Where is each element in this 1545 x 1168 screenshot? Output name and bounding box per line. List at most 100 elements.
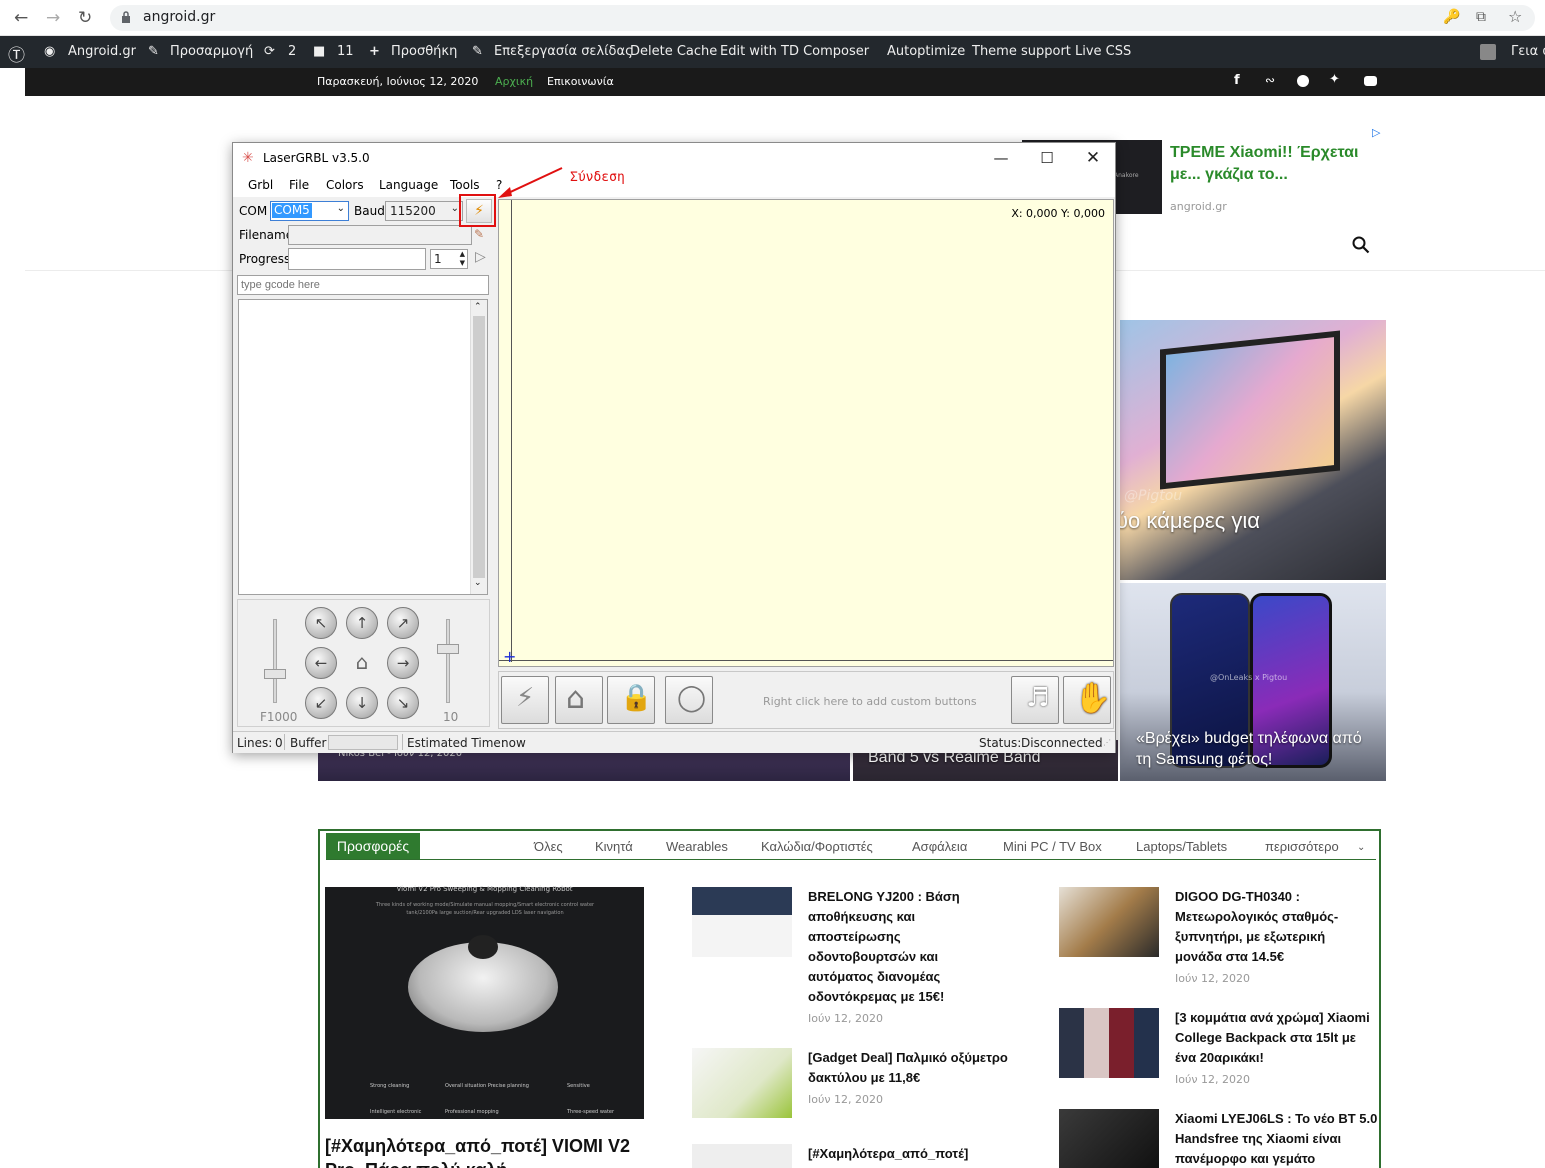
scroll-down-icon[interactable]: ⌄ bbox=[474, 578, 482, 588]
nav-contact-link[interactable]: Επικοινωνία bbox=[547, 75, 614, 88]
jog-e-button[interactable]: → bbox=[387, 647, 419, 679]
wp-comments-count[interactable]: 11 bbox=[337, 44, 354, 59]
telegram-icon[interactable] bbox=[1297, 75, 1309, 87]
featured-image[interactable]: Viomi V2 Pro Sweeping & Mopping Cleaning… bbox=[325, 885, 644, 1119]
wp-live-css-link[interactable]: Live CSS bbox=[1075, 44, 1131, 59]
scroll-thumb[interactable] bbox=[473, 316, 485, 578]
article-thumb[interactable] bbox=[1059, 887, 1159, 957]
filter-laptops[interactable]: Laptops/Tablets bbox=[1136, 839, 1227, 854]
jog-se-button[interactable]: ↘ bbox=[387, 687, 419, 719]
article-title[interactable]: [3 κομμάτια ανά χρώμα] Xiaomi College Ba… bbox=[1175, 1008, 1375, 1068]
share-icon[interactable]: ⧉ bbox=[1476, 9, 1486, 25]
menu-colors[interactable]: Colors bbox=[326, 178, 364, 192]
pass-count-stepper[interactable]: 1 ▲ ▼ bbox=[430, 249, 468, 269]
article-title[interactable]: [#Χαμηλότερα_από_ποτέ] bbox=[808, 1144, 1008, 1164]
center-globe-button[interactable]: ◯ bbox=[665, 676, 713, 724]
article-thumb[interactable] bbox=[692, 1048, 792, 1118]
filter-security[interactable]: Ασφάλεια bbox=[912, 839, 967, 854]
article-thumb[interactable] bbox=[692, 1144, 792, 1168]
article-title[interactable]: BRELONG YJ200 : Βάση αποθήκευσης και απο… bbox=[808, 887, 983, 1007]
twitter-icon[interactable]: ✦ bbox=[1329, 72, 1340, 87]
nav-home-link[interactable]: Αρχική bbox=[495, 75, 533, 88]
step-slider-track[interactable] bbox=[446, 619, 450, 703]
filename-field[interactable] bbox=[288, 225, 472, 245]
adchoices-icon[interactable]: ▷ bbox=[1372, 126, 1380, 139]
hero-phone-article[interactable]: @OnLeaks x Pigtou «Βρέχει» budget τηλέφω… bbox=[1120, 583, 1386, 781]
filter-more[interactable]: περισσότερο bbox=[1265, 839, 1339, 854]
preview-canvas[interactable]: + X: 0,000 Y: 0,000 bbox=[498, 199, 1114, 667]
search-icon[interactable] bbox=[1352, 236, 1370, 254]
step-slider-thumb[interactable] bbox=[437, 644, 459, 654]
filter-minipc[interactable]: Mini PC / TV Box bbox=[1003, 839, 1102, 854]
wp-customize-link[interactable]: Προσαρμογή bbox=[170, 44, 253, 59]
forward-icon[interactable]: → bbox=[46, 8, 60, 28]
featured-title[interactable]: [#Χαμηλότερα_από_ποτέ] VIOMI V2 Pro, Πάρ… bbox=[325, 1134, 644, 1168]
key-icon[interactable]: 🔑 bbox=[1443, 9, 1460, 25]
wp-site-link[interactable]: Angroid.gr bbox=[68, 44, 136, 59]
wp-edit-page-link[interactable]: Επεξεργασία σελίδας bbox=[494, 44, 633, 59]
window-titlebar[interactable]: ✳ LaserGRBL v3.5.0 — ☐ ✕ bbox=[233, 143, 1115, 173]
speed-slider-thumb[interactable] bbox=[264, 669, 286, 679]
star-icon[interactable]: ☆ bbox=[1508, 7, 1522, 26]
hero-tablet-caption[interactable]: ύο κάμερες για bbox=[1120, 508, 1260, 534]
console-scrollbar[interactable]: ⌃ ⌄ bbox=[470, 300, 487, 594]
unlock-button[interactable]: 🔒 bbox=[607, 676, 655, 724]
stop-hand-button[interactable]: ✋ bbox=[1063, 676, 1111, 724]
baud-select[interactable]: 115200 ⌄ bbox=[385, 201, 463, 221]
reset-button[interactable]: ⚡ bbox=[501, 676, 549, 724]
article-thumb[interactable] bbox=[1059, 1008, 1159, 1078]
wp-theme-support-link[interactable]: Theme support bbox=[972, 44, 1071, 59]
wp-delete-cache-link[interactable]: Delete Cache bbox=[630, 44, 717, 59]
resize-grip-icon[interactable]: ⋰ bbox=[1103, 738, 1111, 747]
filter-cables[interactable]: Καλώδια/Φορτιστές bbox=[761, 839, 873, 854]
article-title[interactable]: DIGOO DG-TH0340 : Μετεωρολογικός σταθμός… bbox=[1175, 887, 1375, 967]
filter-all[interactable]: Όλες bbox=[534, 839, 563, 854]
reload-icon[interactable]: ↻ bbox=[78, 8, 92, 28]
chevron-down-icon[interactable]: ⌄ bbox=[1357, 842, 1365, 853]
rss-icon[interactable]: ∾ bbox=[1265, 73, 1275, 87]
youtube-icon[interactable] bbox=[1364, 76, 1377, 86]
play-icon[interactable]: ▷ bbox=[475, 249, 486, 265]
menu-grbl[interactable]: Grbl bbox=[248, 178, 273, 192]
article-title[interactable]: Xiaomi LYEJ06LS : Το νέο BT 5.0 Handsfre… bbox=[1175, 1109, 1379, 1168]
jog-s-button[interactable]: ↓ bbox=[346, 687, 378, 719]
speed-slider-track[interactable] bbox=[273, 619, 277, 703]
ad-title[interactable]: ΤΡΕΜΕ Xiaomi!! Έρχεται με... γκάζια το..… bbox=[1170, 142, 1385, 186]
menu-language[interactable]: Language bbox=[379, 178, 438, 192]
home-button[interactable]: ⌂ bbox=[346, 647, 378, 679]
jog-nw-button[interactable]: ↖ bbox=[305, 607, 337, 639]
back-icon[interactable]: ← bbox=[14, 8, 28, 28]
facebook-icon[interactable]: f bbox=[1234, 73, 1240, 88]
menu-file[interactable]: File bbox=[289, 178, 309, 192]
homing-button[interactable]: ⌂ bbox=[555, 676, 603, 724]
scroll-up-icon[interactable]: ⌃ bbox=[474, 302, 482, 312]
wp-td-composer-link[interactable]: Edit with TD Composer bbox=[720, 44, 869, 59]
offers-tab[interactable]: Προσφορές bbox=[326, 833, 420, 859]
jog-w-button[interactable]: ← bbox=[305, 647, 337, 679]
wp-new-link[interactable]: Προσθήκη bbox=[391, 44, 457, 59]
jog-ne-button[interactable]: ↗ bbox=[387, 607, 419, 639]
open-file-icon[interactable]: ✎ bbox=[474, 227, 484, 241]
article-thumb[interactable] bbox=[692, 887, 792, 957]
com-select[interactable]: COM5 ⌄ bbox=[270, 201, 349, 221]
stepper-arrows-icon[interactable]: ▲ ▼ bbox=[460, 250, 465, 268]
jog-n-button[interactable]: ↑ bbox=[346, 607, 378, 639]
avatar[interactable] bbox=[1480, 44, 1496, 60]
article-title[interactable]: [Gadget Deal] Παλμικό οξύμετρο δακτύλου … bbox=[808, 1048, 1008, 1088]
article-thumb[interactable] bbox=[1059, 1109, 1159, 1168]
wp-greeting[interactable]: Γεια σ bbox=[1511, 44, 1545, 59]
maximize-icon[interactable]: ☐ bbox=[1025, 147, 1069, 169]
wp-autoptimize-link[interactable]: Autoptimize bbox=[887, 44, 965, 59]
wordpress-icon[interactable]: Ⓣ bbox=[8, 41, 25, 66]
console-log[interactable]: ⌃ ⌄ bbox=[238, 299, 488, 595]
jog-walk-button[interactable]: ♬ bbox=[1011, 676, 1059, 724]
wp-updates-count[interactable]: 2 bbox=[288, 44, 296, 59]
filter-phones[interactable]: Κινητά bbox=[595, 839, 633, 854]
jog-sw-button[interactable]: ↙ bbox=[305, 687, 337, 719]
gcode-input[interactable] bbox=[237, 275, 489, 295]
hero-phone-caption[interactable]: «Βρέχει» budget τηλέφωνα από τη Samsung … bbox=[1136, 728, 1376, 770]
address-bar[interactable] bbox=[110, 5, 1535, 31]
minimize-icon[interactable]: — bbox=[979, 147, 1023, 169]
filter-wearables[interactable]: Wearables bbox=[666, 839, 728, 854]
menu-tools[interactable]: Tools bbox=[450, 178, 480, 192]
